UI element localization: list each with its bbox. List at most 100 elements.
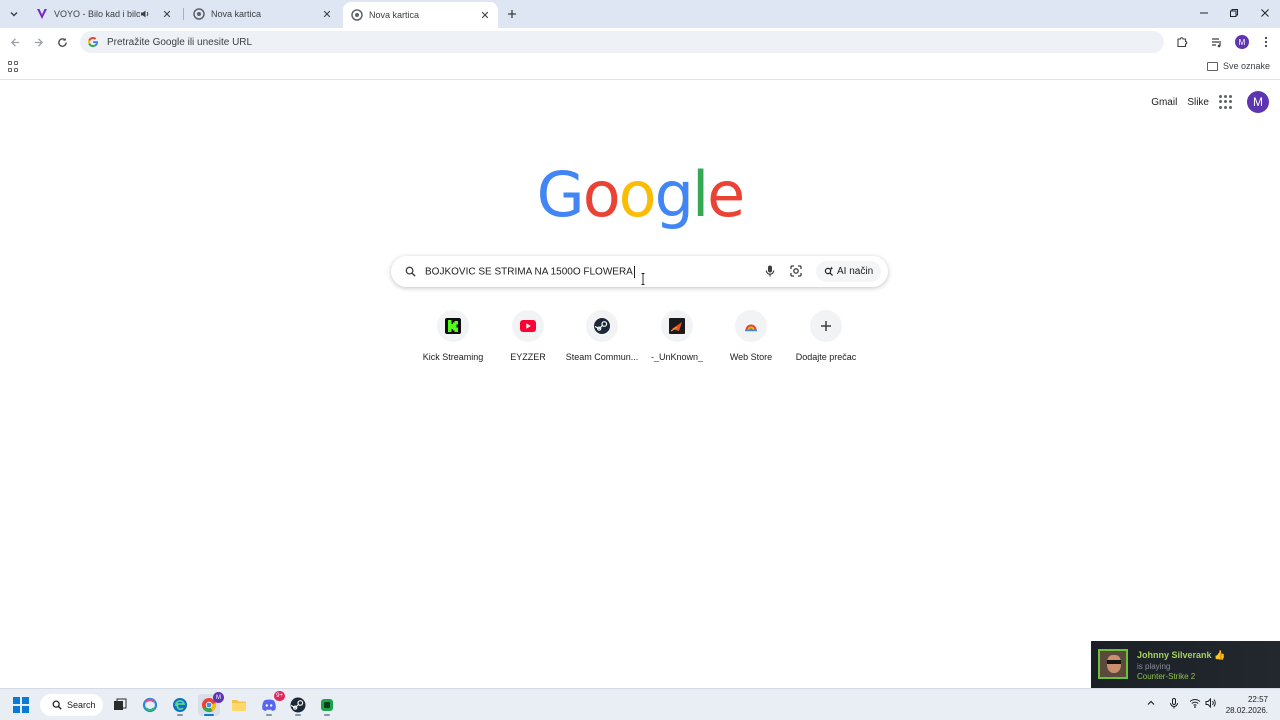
taskbar-search[interactable]: Search	[40, 694, 103, 716]
avatar-face	[1107, 655, 1121, 673]
taskbar-app[interactable]: 9+	[258, 691, 285, 716]
search-query-text: BOJKOVIC SE STRIMA NA 1500O FLOWERA	[425, 266, 633, 278]
apps-grid-icon[interactable]	[8, 61, 19, 72]
taskbar-app[interactable]	[316, 694, 338, 716]
close-icon	[1261, 9, 1269, 17]
avatar-glasses	[1107, 660, 1121, 664]
back-button[interactable]	[6, 33, 24, 51]
search-icon	[403, 265, 417, 279]
logo-letter: G	[536, 158, 585, 231]
volume-tray[interactable]	[1205, 697, 1217, 711]
windows-start-icon[interactable]	[13, 697, 29, 713]
google-logo: Google	[0, 158, 1280, 231]
folder-icon	[1206, 61, 1218, 71]
taskbar-app[interactable]	[109, 694, 131, 716]
chrome-menu-button[interactable]	[1258, 34, 1274, 50]
tab-new-1[interactable]: Nova kartica ✕	[185, 2, 340, 26]
shortcut-icon-circle	[586, 310, 618, 342]
logo-letter: o	[582, 158, 621, 231]
new-tab-button[interactable]	[503, 5, 521, 23]
file-explorer-icon	[232, 700, 246, 711]
text-caret	[633, 265, 635, 278]
search-input[interactable]: BOJKOVIC SE STRIMA NA 1500O FLOWERA	[425, 265, 635, 278]
running-indicator	[177, 714, 183, 716]
close-tab-icon[interactable]: ✕	[160, 7, 174, 21]
address-bar[interactable]: Pretražite Google ili unesite URL	[80, 31, 1164, 53]
google-account-avatar[interactable]: M	[1247, 91, 1269, 113]
network-tray[interactable]	[1189, 698, 1201, 711]
google-header-links: Gmail Slike M	[1151, 91, 1269, 113]
bookmarks-bar: Sve oznake	[0, 55, 1280, 80]
windows-taskbar: Search M 9+ 22:57 28.02.2026.	[0, 688, 1280, 720]
volume-icon	[1205, 697, 1216, 709]
search-icon	[52, 700, 62, 710]
minimize-icon	[1200, 12, 1208, 14]
google-g-icon	[88, 37, 98, 47]
minimize-button[interactable]	[1191, 4, 1217, 22]
kick-icon	[445, 318, 461, 334]
mouse-cursor-icon	[641, 273, 645, 285]
profile-button[interactable]: M	[1234, 34, 1250, 50]
tab-voyo[interactable]: VOYO - Bilo kad i bilo gdje ✕	[28, 2, 180, 26]
steam-notification[interactable]: Johnny Silverank 👍 is playing Counter-St…	[1091, 641, 1280, 688]
show-hidden-icons[interactable]	[1146, 698, 1156, 711]
shortcut-tile[interactable]: Kick Streaming	[416, 310, 490, 362]
forward-button[interactable]	[29, 33, 47, 51]
friend-status: is playing	[1137, 662, 1171, 671]
taskbar-app[interactable]	[139, 694, 161, 716]
taskbar-clock[interactable]: 22:57 28.02.2026.	[1226, 694, 1268, 716]
plus-icon	[821, 321, 831, 331]
tab-new-active[interactable]: Nova kartica ✕	[343, 2, 498, 28]
reload-icon	[57, 37, 67, 47]
close-tab-icon[interactable]: ✕	[478, 8, 492, 22]
google-search-box[interactable]: BOJKOVIC SE STRIMA NA 1500O FLOWERA AI n…	[391, 256, 888, 287]
steam-icon	[594, 318, 610, 334]
taskbar-app[interactable]	[169, 694, 191, 716]
address-bar-placeholder: Pretražite Google ili unesite URL	[107, 36, 253, 48]
chevron-down-icon	[10, 12, 18, 17]
ai-search-icon	[824, 266, 834, 278]
chrome-page-icon	[193, 8, 205, 20]
shortcut-tile[interactable]: EYZZER	[491, 310, 565, 362]
shortcut-tile[interactable]: Web Store	[714, 310, 788, 362]
reload-button[interactable]	[53, 33, 71, 51]
ai-mode-button[interactable]: AI način	[816, 261, 882, 282]
media-controls-button[interactable]	[1209, 34, 1225, 50]
images-link[interactable]: Slike	[1187, 97, 1209, 108]
shortcut-tile[interactable]: Steam Commun...	[565, 310, 639, 362]
tab-search-button[interactable]	[5, 5, 23, 23]
web-store-icon	[745, 324, 757, 332]
shortcut-label: Web Store	[729, 352, 773, 362]
shortcuts-row: Kick Streaming EYZZER Steam Commun... -_…	[416, 310, 864, 370]
extensions-button[interactable]	[1174, 34, 1190, 50]
chrome-page-icon	[351, 9, 363, 21]
all-bookmarks-button[interactable]: Sve oznake	[1206, 61, 1270, 71]
gmail-link[interactable]: Gmail	[1151, 97, 1177, 108]
restore-button[interactable]	[1221, 4, 1247, 22]
speaker-icon[interactable]	[140, 9, 150, 19]
taskbar-app[interactable]	[228, 694, 250, 716]
google-apps-icon[interactable]	[1219, 95, 1233, 109]
tab-title: Nova kartica	[211, 9, 262, 19]
discord-icon	[262, 699, 276, 711]
microphone-icon[interactable]	[763, 264, 777, 278]
all-bookmarks-label: Sve oznake	[1222, 61, 1270, 71]
taskbar-app[interactable]	[287, 694, 309, 716]
shortcut-icon-circle	[810, 310, 842, 342]
taskbar-search-label: Search	[67, 700, 96, 710]
shortcut-label: Kick Streaming	[422, 352, 484, 362]
close-window-button[interactable]	[1252, 4, 1278, 22]
close-tab-icon[interactable]: ✕	[320, 7, 334, 21]
terminal-app-icon	[321, 699, 333, 711]
plus-icon	[508, 10, 516, 18]
copilot-icon	[142, 697, 158, 713]
shortcut-label: -_UnKnown_	[650, 352, 704, 362]
steam-icon	[290, 697, 306, 713]
taskbar-app-chrome[interactable]: M	[198, 692, 224, 716]
shortcut-tile[interactable]: -_UnKnown_	[640, 310, 714, 362]
shortcut-tile[interactable]: Dodajte prečac	[789, 310, 863, 362]
google-lens-icon[interactable]	[789, 264, 803, 278]
microphone-tray[interactable]	[1169, 698, 1179, 712]
arrow-left-icon	[10, 37, 19, 47]
discord-notification-badge: 9+	[274, 691, 285, 701]
